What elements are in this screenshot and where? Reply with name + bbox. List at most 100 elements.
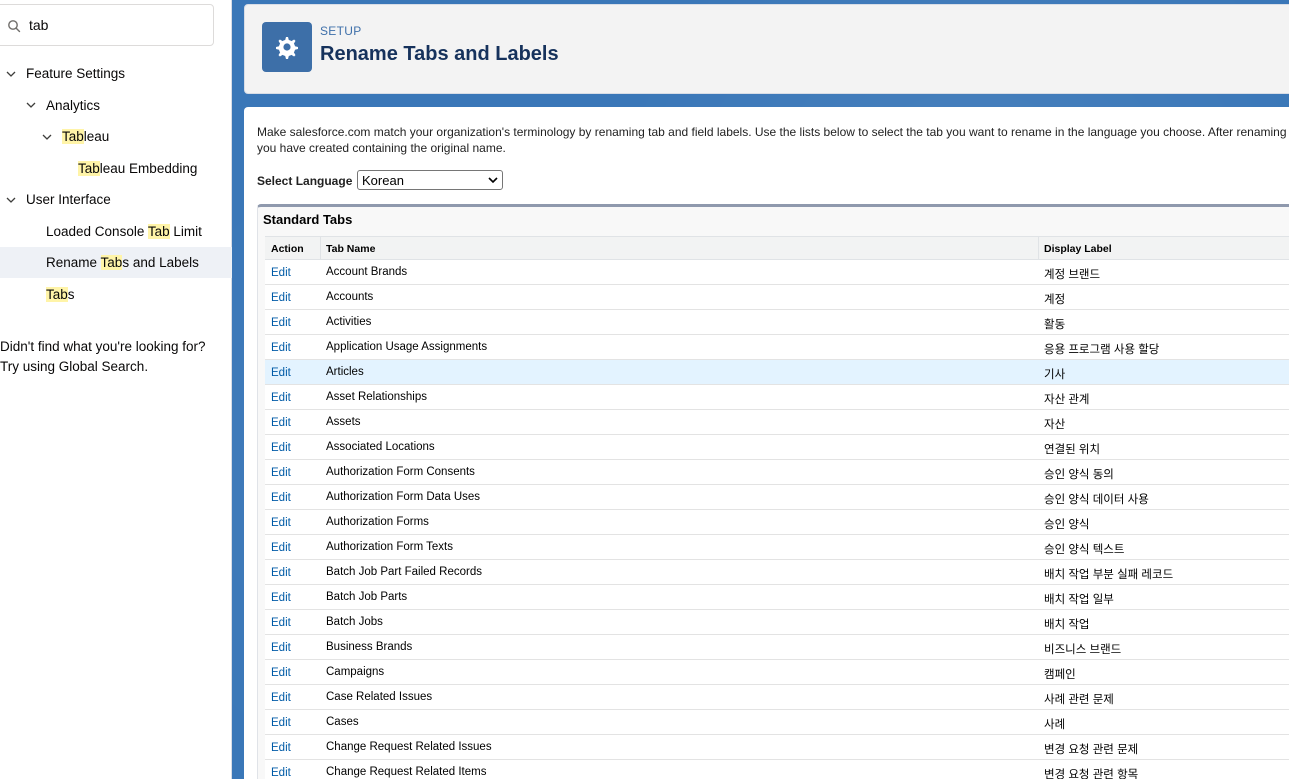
display-label-cell: 활동 xyxy=(1044,319,1066,331)
tree-item-label: Tableau Embedding xyxy=(78,160,198,176)
setup-sidebar: Feature Settings AnalyticsTableau Tableau … xyxy=(0,0,232,779)
label-text: leau Embedding xyxy=(99,160,198,176)
tree-item[interactable]: User Interface xyxy=(0,184,232,215)
edit-link[interactable]: Edit xyxy=(271,742,291,754)
table-row: Edit Batch Jobs 배치 작업 xyxy=(265,610,1289,635)
page-title: Rename Tabs and Labels xyxy=(320,43,559,65)
tree-item-label: User Interface xyxy=(26,192,111,207)
display-label-cell: 승인 양식 데이터 사용 xyxy=(1044,494,1149,506)
edit-link[interactable]: Edit xyxy=(271,617,291,629)
edit-link[interactable]: Edit xyxy=(271,292,291,304)
table-row: Edit Authorization Forms 승인 양식 xyxy=(265,510,1289,535)
standard-tabs-table: Action Tab Name Display Label Edit Accoun… xyxy=(265,236,1289,779)
edit-link[interactable]: Edit xyxy=(271,267,291,279)
table-body: Edit Account Brands 계정 브랜드 Edit Accounts 계정 Ed… xyxy=(265,260,1289,779)
not-found-line-1: Didn't find what you're looking for? xyxy=(0,339,206,354)
column-divider xyxy=(1038,237,1039,260)
label-text: Limit xyxy=(169,223,202,239)
tree-item[interactable]: Rename Tabs and Labels xyxy=(0,247,232,278)
display-label-cell: 비즈니스 브랜드 xyxy=(1044,644,1122,656)
tree-item[interactable]: Analytics xyxy=(0,90,232,121)
display-label-cell: 사례 xyxy=(1044,719,1066,731)
edit-link[interactable]: Edit xyxy=(271,567,291,579)
table-row: Edit Batch Job Part Failed Records 배치 작업 부… xyxy=(265,560,1289,585)
display-label-cell: 캠페인 xyxy=(1044,669,1076,681)
description-line-2: you have created containing the original… xyxy=(257,140,506,155)
page-eyebrow: SETUP xyxy=(320,24,362,38)
edit-link[interactable]: Edit xyxy=(271,392,291,404)
tree-item[interactable]: Tableau xyxy=(0,121,232,152)
edit-link[interactable]: Edit xyxy=(271,542,291,554)
edit-link[interactable]: Edit xyxy=(271,692,291,704)
table-row: Edit Associated Locations 연결된 위치 xyxy=(265,435,1289,460)
table-row: Edit Activities 활동 xyxy=(265,310,1289,335)
edit-link[interactable]: Edit xyxy=(271,442,291,454)
table-row: Edit Business Brands 비즈니스 브랜드 xyxy=(265,635,1289,660)
tab-name-cell: Batch Job Part Failed Records xyxy=(326,566,482,578)
tree-item-label: Feature Settings xyxy=(26,66,125,81)
chevron-down-icon[interactable] xyxy=(40,130,54,144)
not-found-line-2: Try using Global Search. xyxy=(0,359,149,374)
table-row: Edit Articles 기사 xyxy=(265,360,1289,385)
display-label-cell: 기사 xyxy=(1044,369,1066,381)
chevron-down-icon[interactable] xyxy=(4,193,18,207)
tab-name-cell: Authorization Forms xyxy=(326,516,429,528)
tree-item[interactable]: Feature Settings xyxy=(0,58,232,89)
edit-link[interactable]: Edit xyxy=(271,367,291,379)
table-row: Edit Campaigns 캠페인 xyxy=(265,660,1289,685)
edit-link[interactable]: Edit xyxy=(271,642,291,654)
column-header-tab-name[interactable]: Tab Name xyxy=(326,243,375,255)
table-row: Edit Change Request Related Issues 변경 요청 관… xyxy=(265,735,1289,760)
display-label-cell: 승인 양식 xyxy=(1044,519,1090,531)
language-select[interactable]: Korean xyxy=(357,170,503,190)
chevron-down-icon[interactable] xyxy=(24,98,38,112)
display-label-cell: 배치 작업 부분 실패 레코드 xyxy=(1044,569,1174,581)
edit-link[interactable]: Edit xyxy=(271,517,291,529)
column-header-action: Action xyxy=(271,243,304,255)
display-label-cell: 응용 프로그램 사용 할당 xyxy=(1044,344,1160,356)
column-header-display-label[interactable]: Display Label xyxy=(1044,243,1112,255)
edit-link[interactable]: Edit xyxy=(271,767,291,779)
edit-link[interactable]: Edit xyxy=(271,492,291,504)
edit-link[interactable]: Edit xyxy=(271,592,291,604)
table-row: Edit Authorization Form Data Uses 승인 양식 데이… xyxy=(265,485,1289,510)
table-row: Edit Application Usage Assignments 응용 프로그램… xyxy=(265,335,1289,360)
label-text: Loaded Console xyxy=(46,223,148,239)
tab-name-cell: Asset Relationships xyxy=(326,391,427,403)
display-label-cell: 자산 관계 xyxy=(1044,394,1090,406)
edit-link[interactable]: Edit xyxy=(271,317,291,329)
tab-name-cell: Cases xyxy=(326,716,359,728)
chevron-down-icon[interactable] xyxy=(4,67,18,81)
tree-item[interactable]: Loaded Console Tab Limit xyxy=(0,216,232,247)
not-found-message: Didn't find what you're looking for? Try… xyxy=(0,337,206,377)
tab-name-cell: Case Related Issues xyxy=(326,691,433,703)
tree-item-label: Tabs xyxy=(46,286,75,302)
tab-name-cell: Business Brands xyxy=(326,641,413,653)
tab-name-cell: Assets xyxy=(326,416,361,428)
edit-link[interactable]: Edit xyxy=(271,417,291,429)
chevron-down-icon xyxy=(488,177,498,184)
table-row: Edit Authorization Form Consents 승인 양식 동의 xyxy=(265,460,1289,485)
tab-name-cell: Batch Jobs xyxy=(326,616,383,628)
table-row: Edit Batch Job Parts 배치 작업 일부 xyxy=(265,585,1289,610)
edit-link[interactable]: Edit xyxy=(271,342,291,354)
quick-find-input[interactable] xyxy=(29,13,199,37)
display-label-cell: 변경 요청 관련 문제 xyxy=(1044,744,1139,756)
edit-link[interactable]: Edit xyxy=(271,717,291,729)
edit-link[interactable]: Edit xyxy=(271,467,291,479)
tab-name-cell: Campaigns xyxy=(326,666,385,678)
table-row: Edit Change Request Related Items 변경 요청 관련… xyxy=(265,760,1289,779)
tab-name-cell: Batch Job Parts xyxy=(326,591,408,603)
tab-name-cell: Authorization Form Data Uses xyxy=(326,491,481,503)
tree-item[interactable]: Tabs xyxy=(0,279,232,310)
quick-find-search-box[interactable] xyxy=(0,4,214,46)
tree-item-label: Rename Tabs and Labels xyxy=(46,255,199,270)
tree-item[interactable]: Tableau Embedding xyxy=(0,153,232,184)
display-label-cell: 변경 요청 관련 항목 xyxy=(1044,769,1139,779)
standard-tabs-title: Standard Tabs xyxy=(263,212,353,227)
column-divider xyxy=(320,237,321,260)
description-line-1: Make salesforce.com match your organizat… xyxy=(257,125,1287,139)
edit-link[interactable]: Edit xyxy=(271,667,291,679)
main-area: SETUP Rename Tabs and Labels Make salesf… xyxy=(232,0,1289,779)
table-row: Edit Account Brands 계정 브랜드 xyxy=(265,260,1289,285)
